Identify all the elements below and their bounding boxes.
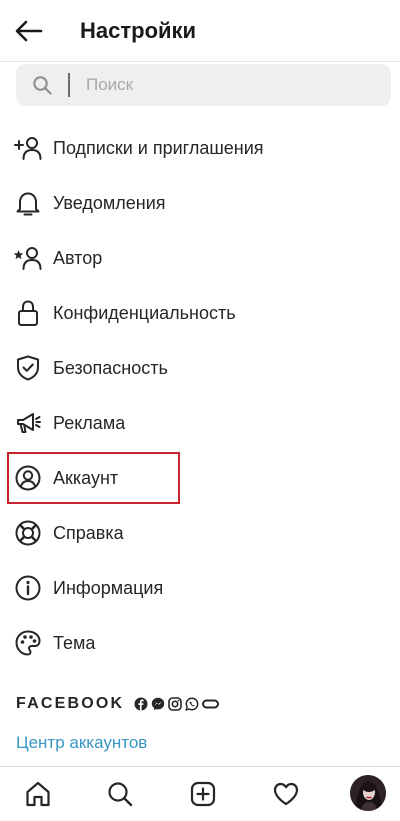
meta-apps-icons — [134, 697, 220, 711]
bottom-navigation — [0, 766, 400, 821]
search-icon — [108, 782, 133, 807]
add-person-icon — [13, 134, 43, 162]
nav-search-button[interactable] — [103, 777, 137, 811]
search-icon — [33, 76, 52, 95]
nav-home-button[interactable] — [21, 777, 55, 811]
menu-item-label: Уведомления — [53, 193, 166, 213]
menu-item-label: Справка — [53, 523, 124, 543]
text-caret — [68, 73, 70, 97]
bell-icon — [13, 189, 43, 217]
menu-item-theme[interactable]: Тема — [0, 617, 400, 669]
menu-item-label: Реклама — [53, 413, 126, 433]
menu-item-ads[interactable]: Реклама — [0, 397, 400, 449]
search-bar[interactable] — [16, 64, 391, 106]
profile-avatar[interactable] — [350, 775, 386, 811]
menu-item-label: Тема — [53, 633, 96, 653]
whatsapp-icon — [185, 697, 199, 711]
accounts-center-link[interactable]: Центр аккаунтов — [16, 732, 147, 754]
menu-item-label: Подписки и приглашения — [53, 138, 264, 158]
avatar-photo — [350, 775, 386, 811]
menu-item-notifications[interactable]: Уведомления — [0, 177, 400, 229]
menu-item-label: Конфиденциальность — [53, 303, 236, 323]
menu-item-label: Безопасность — [53, 358, 168, 378]
portal-icon — [202, 697, 220, 711]
facebook-icon — [134, 697, 148, 711]
megaphone-icon — [13, 409, 43, 437]
info-icon — [13, 574, 43, 602]
menu-item-follow-invite[interactable]: Подписки и приглашения — [0, 122, 400, 174]
menu-item-label: Автор — [53, 248, 103, 268]
menu-item-account[interactable]: Аккаунт — [0, 452, 400, 504]
lifebuoy-icon — [13, 519, 43, 547]
new-post-icon — [190, 781, 216, 807]
menu-item-privacy[interactable]: Конфиденциальность — [0, 287, 400, 339]
menu-item-label: Аккаунт — [53, 468, 119, 488]
menu-item-security[interactable]: Безопасность — [0, 342, 400, 394]
back-button[interactable] — [12, 14, 46, 48]
page-title: Настройки — [80, 18, 197, 43]
menu-item-creator[interactable]: Автор — [0, 232, 400, 284]
home-icon — [26, 781, 50, 807]
nav-new-post-button[interactable] — [186, 777, 220, 811]
nav-activity-button[interactable] — [269, 777, 303, 811]
lock-icon — [13, 299, 43, 327]
account-circle-icon — [13, 464, 43, 492]
header-bar: Настройки — [0, 0, 400, 62]
messenger-icon — [151, 697, 165, 711]
menu-item-label: Информация — [53, 578, 164, 598]
star-person-icon — [13, 244, 43, 272]
facebook-label: FACEBOOK — [16, 695, 125, 712]
search-input[interactable] — [68, 72, 368, 98]
palette-icon — [13, 629, 43, 657]
arrow-left-icon — [15, 20, 43, 42]
facebook-section-header: FACEBOOK — [16, 692, 220, 716]
menu-item-help[interactable]: Справка — [0, 507, 400, 559]
activity-heart-icon — [273, 782, 299, 806]
instagram-icon — [168, 697, 183, 711]
shield-icon — [13, 354, 43, 382]
menu-item-about[interactable]: Информация — [0, 562, 400, 614]
